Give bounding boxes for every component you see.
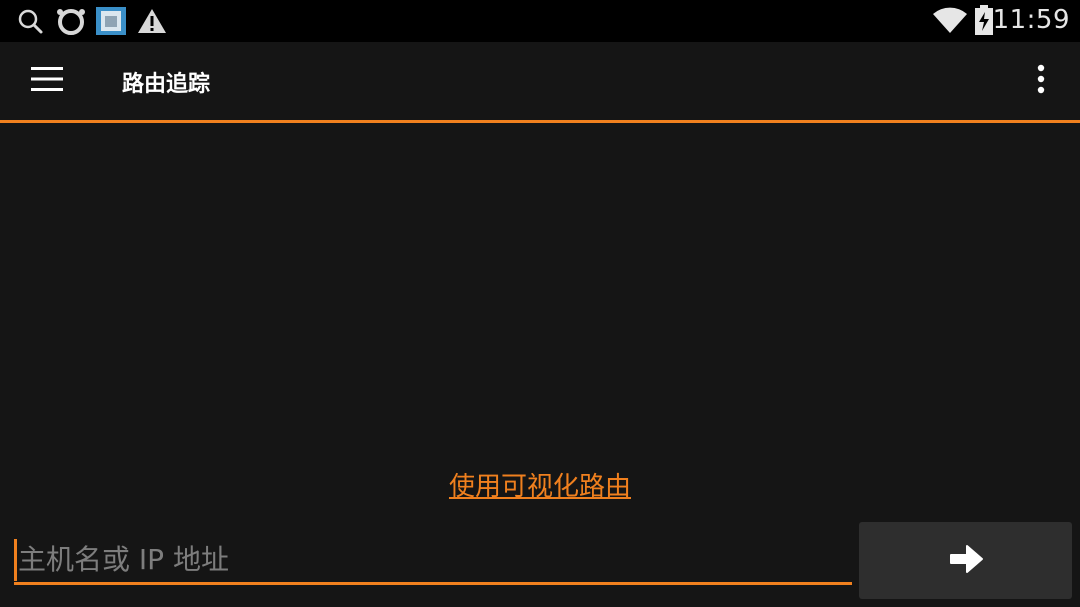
search-icon — [16, 7, 44, 39]
ring-app-icon — [55, 7, 87, 41]
host-input-container — [14, 536, 852, 586]
toolbar-divider — [0, 120, 1080, 123]
app-screen: 11:59 路由追踪 使用可视化路由 — [0, 0, 1080, 607]
input-underline — [14, 582, 852, 585]
host-input[interactable] — [14, 536, 850, 582]
start-trace-button[interactable] — [859, 522, 1072, 599]
status-bar: 11:59 — [0, 0, 1080, 42]
navigation-menu-button[interactable] — [16, 54, 78, 108]
text-cursor — [14, 539, 17, 581]
hamburger-menu-icon — [31, 67, 63, 95]
more-vert-icon — [1037, 64, 1045, 98]
battery-charging-icon — [974, 5, 994, 39]
clock-time: 11:59 — [992, 5, 1070, 35]
visual-route-link-row: 使用可视化路由 — [0, 466, 1080, 503]
warning-icon — [137, 7, 167, 39]
overflow-menu-button[interactable] — [1016, 54, 1066, 108]
app-toolbar: 路由追踪 — [0, 42, 1080, 120]
visual-route-link[interactable]: 使用可视化路由 — [449, 472, 631, 502]
image-app-icon — [96, 7, 126, 39]
wifi-icon — [932, 6, 968, 38]
page-title: 路由追踪 — [122, 72, 211, 97]
arrow-right-icon — [948, 542, 984, 580]
